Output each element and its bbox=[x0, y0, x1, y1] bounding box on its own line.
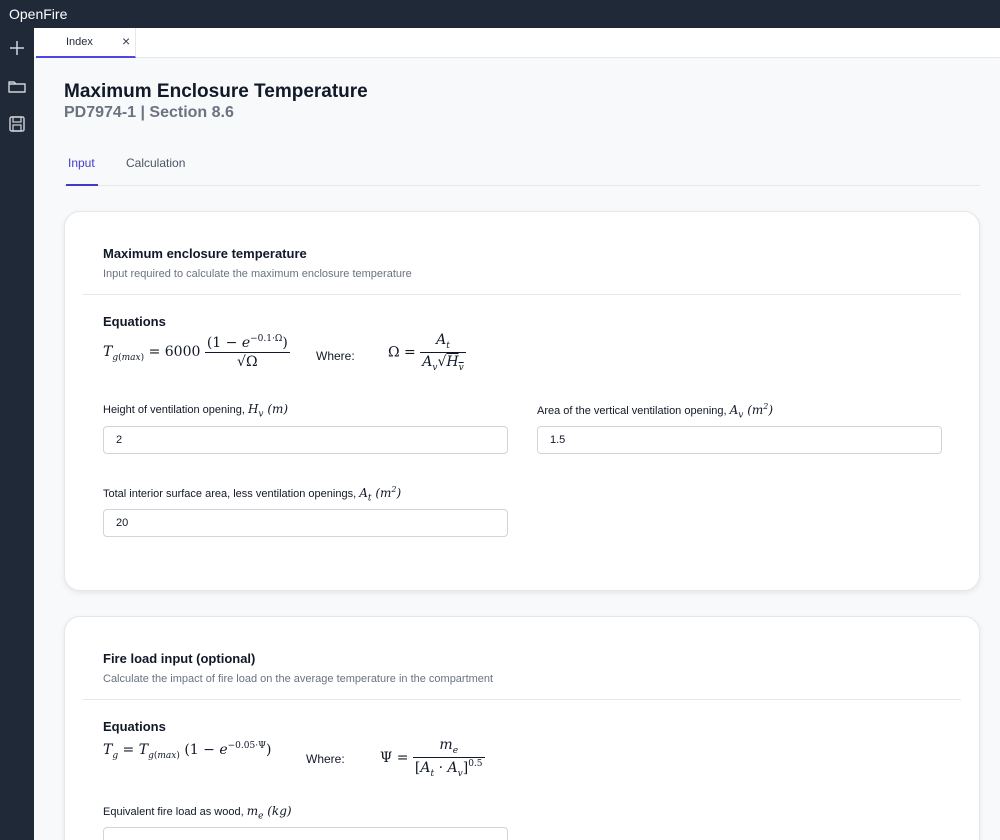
hv-input[interactable] bbox=[103, 426, 508, 454]
equations-heading: Equations bbox=[103, 719, 166, 734]
save-icon[interactable] bbox=[6, 113, 28, 135]
divider bbox=[83, 294, 961, 295]
me-field-label: Equivalent fire load as wood, me (kg) bbox=[103, 804, 292, 822]
equation-where: Ψ = me [At · Av]0.5 bbox=[380, 737, 485, 779]
fire-load-card: Fire load input (optional) Calculate the… bbox=[64, 616, 980, 840]
app-title-bar: OpenFire bbox=[0, 0, 1000, 28]
card-description: Input required to calculate the maximum … bbox=[103, 268, 412, 280]
equation-main: Tg = Tg(max) (1 − e−0.05·Ψ) bbox=[103, 741, 272, 761]
divider bbox=[83, 699, 961, 700]
av-field-label: Area of the vertical ventilation opening… bbox=[537, 402, 774, 421]
close-icon[interactable]: × bbox=[122, 34, 130, 48]
at-field-label: Total interior surface area, less ventil… bbox=[103, 485, 402, 504]
folder-icon[interactable] bbox=[6, 75, 28, 97]
at-input[interactable] bbox=[103, 509, 508, 537]
max-temperature-card: Maximum enclosure temperature Input requ… bbox=[64, 211, 980, 591]
page-subtitle: PD7974-1 | Section 8.6 bbox=[64, 104, 234, 121]
main-content: Maximum Enclosure Temperature PD7974-1 |… bbox=[34, 59, 1000, 840]
equation-where: Ω = At Av√Hv bbox=[388, 332, 466, 373]
me-input[interactable] bbox=[103, 827, 508, 840]
equation-main: Tg(max) = 6000 (1 − e−0.1·Ω) √Ω bbox=[103, 334, 290, 370]
where-label: Where: bbox=[316, 349, 355, 363]
tab-input[interactable]: Input bbox=[66, 149, 98, 186]
file-tab-label: Index bbox=[66, 36, 93, 48]
file-tab-strip: Index × bbox=[34, 28, 1000, 58]
card-title: Maximum enclosure temperature bbox=[103, 246, 307, 261]
where-label: Where: bbox=[306, 752, 345, 766]
equations-heading: Equations bbox=[103, 314, 166, 329]
sidebar bbox=[0, 28, 34, 840]
plus-icon[interactable] bbox=[6, 37, 28, 59]
card-description: Calculate the impact of fire load on the… bbox=[103, 673, 494, 685]
app-title: OpenFire bbox=[9, 6, 68, 22]
section-tabs: Input Calculation bbox=[64, 149, 980, 186]
hv-field-label: Height of ventilation opening, Hv (m) bbox=[103, 402, 289, 420]
av-input[interactable] bbox=[537, 426, 942, 454]
card-title: Fire load input (optional) bbox=[103, 651, 256, 666]
tab-calculation[interactable]: Calculation bbox=[126, 149, 185, 186]
page-title: Maximum Enclosure Temperature bbox=[64, 81, 368, 102]
file-tab-index[interactable]: Index × bbox=[36, 28, 136, 58]
